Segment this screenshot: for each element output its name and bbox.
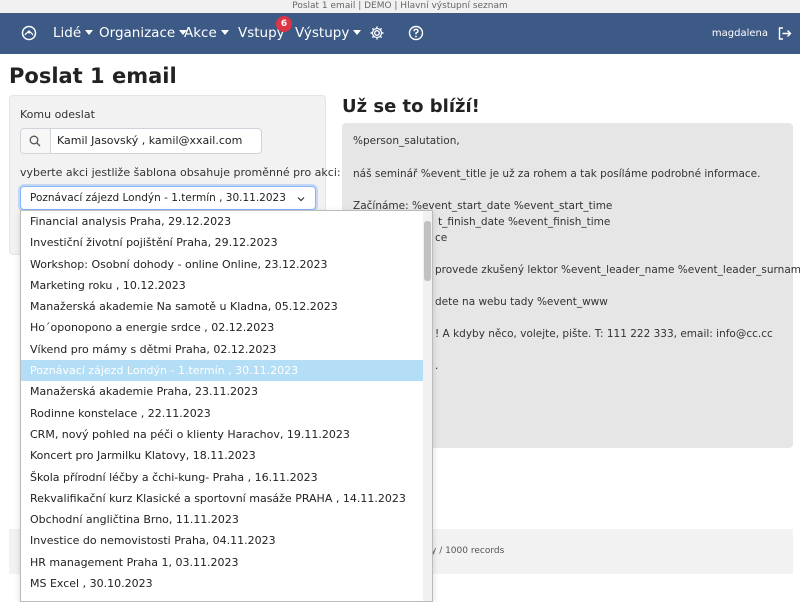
dropdown-option[interactable]: Marketing roku , 10.12.2023 — [21, 275, 432, 296]
dropdown-option[interactable]: Investiční životní pojištění Praha, 29.1… — [21, 232, 432, 253]
dropdown-option[interactable]: Financial analysis Praha, 29.12.2023 — [21, 211, 432, 232]
user-name[interactable]: magdalena — [712, 13, 768, 54]
dropdown-option[interactable]: Poznávací zájezd Londýn - 1.termín , 30.… — [21, 360, 432, 382]
template-line: %person_salutation, — [353, 135, 460, 147]
gear-icon[interactable] — [369, 25, 385, 41]
caret-down-icon — [85, 30, 94, 35]
window-title: Poslat 1 email | DEMO | Hlavní výstupní … — [0, 0, 800, 13]
template-line: t_finish_date %event_finish_time — [438, 216, 611, 228]
dropdown-option[interactable]: Koncert pro Jarmilku Klatovy, 18.11.2023 — [21, 445, 432, 466]
search-addon — [21, 129, 51, 153]
dropdown-option[interactable]: Škola přírodní léčby a čchi-kung- Praha … — [21, 467, 432, 488]
recipient-input[interactable] — [57, 129, 257, 153]
dropdown-scrollbar[interactable] — [423, 211, 432, 601]
event-select-value: Poznávací zájezd Londýn - 1.termín , 30.… — [30, 192, 286, 204]
vstupy-count-badge: 6 — [276, 16, 292, 32]
chevron-down-icon — [297, 197, 305, 202]
dropdown-option[interactable]: HR management Praha 1, 03.11.2023 — [21, 552, 432, 573]
template-title: Už se to blíží! — [342, 96, 480, 117]
dropdown-option[interactable]: Ho´oponopono a energie srdce , 02.12.202… — [21, 317, 432, 338]
recipient-search-group — [20, 128, 262, 154]
dropdown-option[interactable]: Obchodní angličtina Brno, 11.11.2023 — [21, 509, 432, 530]
template-line: náš seminář %event_title je už za rohem … — [353, 168, 761, 180]
top-navbar: Lidé Organizace Akce Vstupy 6 Výstupy ma… — [0, 13, 800, 54]
event-select-label: vyberte akci jestliže šablona obsahuje p… — [20, 166, 341, 179]
dropdown-option[interactable]: Rekvalifikační kurz Klasické a sportovní… — [21, 488, 432, 509]
dropdown-option[interactable]: Víkend pro mámy s dětmi Praha, 02.12.202… — [21, 339, 432, 360]
template-line: ce — [435, 232, 448, 244]
caret-down-icon — [220, 30, 229, 35]
nav-lide[interactable]: Lidé — [53, 13, 94, 54]
dropdown-option[interactable]: MS Excel , 30.10.2023 — [21, 573, 432, 594]
page-title: Poslat 1 email — [9, 64, 177, 88]
dropdown-option[interactable]: Manažerská akademie Na samotě u Kladna, … — [21, 296, 432, 317]
template-line: provede zkušený lektor %event_leader_nam… — [435, 264, 800, 276]
logo-icon[interactable] — [21, 25, 37, 41]
nav-organizace[interactable]: Organizace — [99, 13, 188, 54]
nav-vystupy[interactable]: Výstupy — [295, 13, 362, 54]
logout-icon[interactable] — [777, 26, 792, 41]
dropdown-option[interactable]: Rodinne konstelace , 22.11.2023 — [21, 403, 432, 424]
dropdown-option[interactable]: Investice do nemovistosti Praha, 04.11.2… — [21, 530, 432, 551]
event-dropdown-list[interactable]: Financial analysis Praha, 29.12.2023 Inve… — [20, 210, 433, 602]
records-count: ily / 1000 records — [426, 546, 505, 556]
help-icon[interactable] — [408, 25, 424, 41]
event-select[interactable]: Poznávací zájezd Londýn - 1.termín , 30.… — [20, 186, 316, 210]
caret-down-icon — [353, 30, 362, 35]
dropdown-option[interactable]: Manažerská akademie Praha, 23.11.2023 — [21, 381, 432, 402]
search-icon — [29, 135, 41, 147]
template-line: ! A kdyby něco, volejte, pište. T: 111 2… — [435, 328, 773, 340]
scrollbar-thumb[interactable] — [424, 221, 431, 281]
recipient-label: Komu odeslat — [20, 108, 95, 121]
nav-akce[interactable]: Akce — [184, 13, 229, 54]
template-line: dete na webu tady %event_www — [435, 296, 608, 308]
template-line: . — [435, 360, 439, 372]
dropdown-option[interactable]: CRM, nový pohled na péči o klienty Harac… — [21, 424, 432, 445]
dropdown-option[interactable]: Workshop: Osobní dohody - online Online,… — [21, 254, 432, 275]
